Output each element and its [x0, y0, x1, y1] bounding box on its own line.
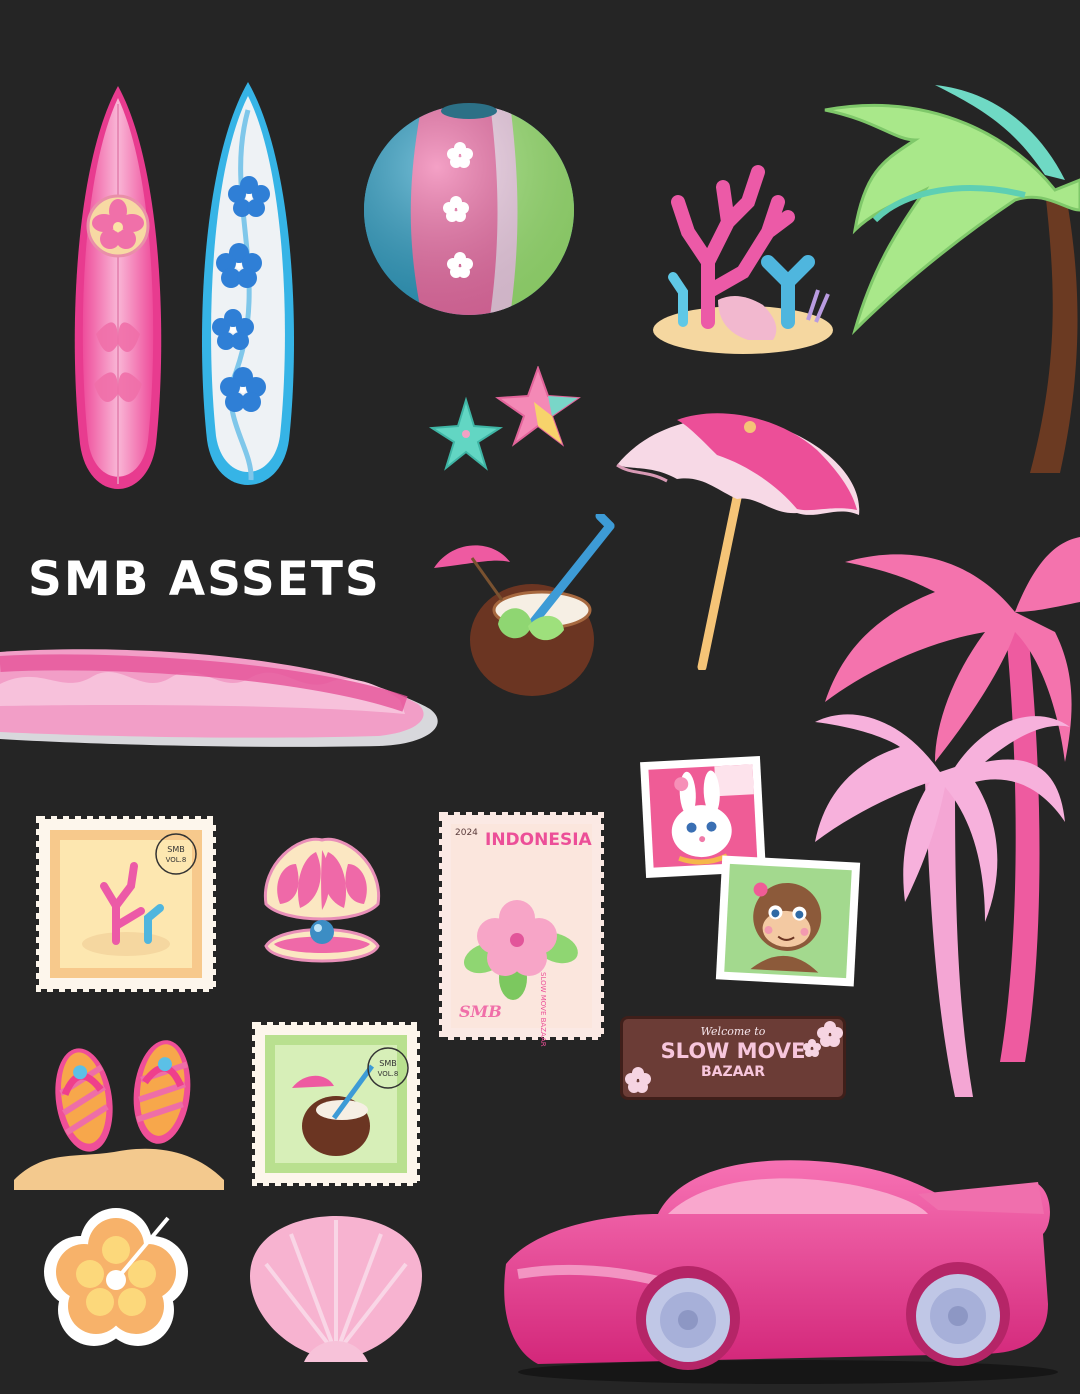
stamp-mark: SMB — [459, 1002, 502, 1021]
stamp-side-text: SLOW MOVE BAZAAR — [539, 972, 547, 1047]
coconut-stamp: SMB VOL.8 — [252, 1022, 420, 1186]
sign-sub: BAZAAR — [700, 1064, 766, 1080]
postmark-line2: VOL.8 — [166, 856, 187, 864]
coral-reef — [653, 165, 833, 354]
postmark-line2-b: VOL.8 — [378, 1070, 399, 1078]
flip-flops — [14, 1040, 224, 1190]
scallop-shell — [250, 1216, 422, 1362]
indonesia-stamp: 2024 INDONESIA SLOW MOVE BAZAAR SMB — [439, 812, 604, 1047]
long-surfboard — [0, 649, 438, 747]
blue-surfboard — [201, 82, 295, 485]
beach-ball — [364, 103, 574, 315]
pink-surfboard — [74, 86, 162, 489]
welcome-sign: Welcome to SLOW MOVE BAZAAR — [620, 1016, 846, 1100]
monkey-photo — [715, 855, 861, 987]
pearl-shell — [263, 837, 381, 963]
coconut-drink — [434, 514, 615, 696]
page-title: SMB ASSETS — [28, 552, 381, 607]
sign-welcome-text: Welcome to — [700, 1025, 766, 1038]
sign-name: SLOW MOVE — [660, 1039, 806, 1063]
stamp-country: INDONESIA — [485, 830, 592, 850]
postmark-line1-b: SMB — [379, 1059, 396, 1068]
pink-palm-trees — [815, 537, 1080, 1097]
starfish-pair — [428, 366, 581, 471]
postmark-line1: SMB — [167, 845, 184, 854]
hibiscus-sticker — [44, 1208, 188, 1346]
stamp-year: 2024 — [455, 828, 478, 838]
pink-sports-car — [504, 1160, 1058, 1384]
coral-stamp: SMB VOL.8 — [36, 816, 216, 992]
